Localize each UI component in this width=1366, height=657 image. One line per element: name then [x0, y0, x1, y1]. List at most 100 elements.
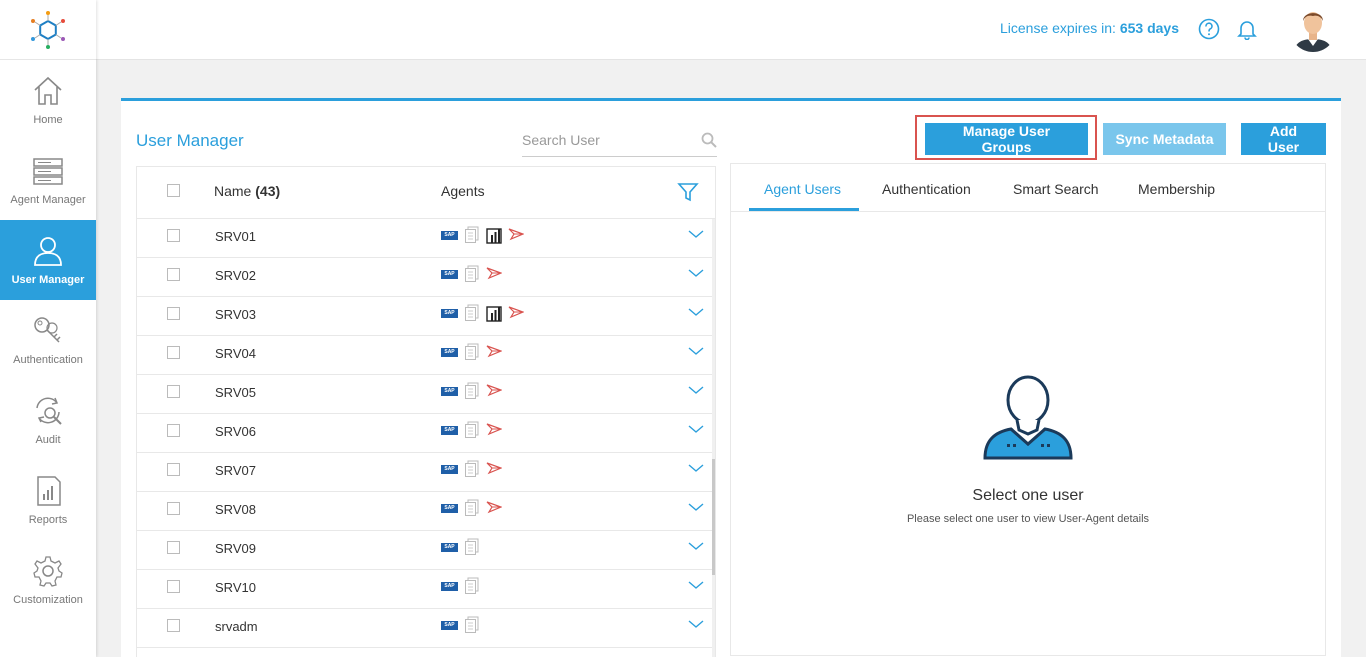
table-row[interactable]: SRV07 SAP — [137, 453, 715, 492]
user-name: SRV10 — [215, 580, 256, 595]
table-row[interactable]: SRV01 SAP — [137, 219, 715, 258]
chevron-down-icon[interactable] — [688, 461, 704, 475]
chevron-down-icon[interactable] — [688, 422, 704, 436]
table-row[interactable]: SRV10 SAP — [137, 570, 715, 609]
agent-icons: SAP — [441, 616, 480, 634]
bell-icon[interactable] — [1236, 18, 1258, 40]
document-agent-icon — [465, 304, 479, 321]
user-name: SRV03 — [215, 307, 256, 322]
user-name: SRV04 — [215, 346, 256, 361]
chevron-down-icon[interactable] — [688, 383, 704, 397]
user-placeholder-icon — [983, 375, 1073, 460]
document-agent-icon — [465, 382, 479, 399]
sidebar-item-label: Agent Manager — [10, 194, 86, 206]
agent-icons: SAP — [441, 382, 502, 400]
home-icon — [34, 76, 62, 105]
add-user-button[interactable]: Add User — [1241, 123, 1326, 155]
tab-membership[interactable]: Membership — [1138, 181, 1215, 197]
sap-agent-icon: SAP — [441, 269, 458, 279]
document-agent-icon — [465, 421, 479, 438]
row-checkbox[interactable] — [167, 463, 180, 476]
table-row[interactable]: SRV09 SAP — [137, 531, 715, 570]
chevron-down-icon[interactable] — [688, 266, 704, 280]
table-row[interactable]: SRV03 SAP — [137, 297, 715, 336]
sidebar-item-user-manager[interactable]: User Manager — [0, 220, 96, 300]
user-table: Name (43) Agents SRV01 SAP SRV02 SAP SRV03 SA… — [136, 166, 716, 657]
page-title: User Manager — [136, 131, 244, 150]
sap-agent-icon: SAP — [441, 425, 458, 435]
table-row[interactable]: SRV05 SAP — [137, 375, 715, 414]
search-icon[interactable] — [701, 132, 717, 148]
chevron-down-icon[interactable] — [688, 305, 704, 319]
sidebar-item-agent-manager[interactable]: Agent Manager — [0, 140, 96, 220]
row-checkbox[interactable] — [167, 229, 180, 242]
chevron-down-icon[interactable] — [688, 578, 704, 592]
table-row[interactable]: SRV08 SAP — [137, 492, 715, 531]
chevron-down-icon[interactable] — [688, 500, 704, 514]
server-icon — [33, 158, 63, 185]
name-column-label: Name — [214, 183, 252, 199]
sidebar-item-home[interactable]: Home — [0, 60, 96, 140]
tab-authentication[interactable]: Authentication — [882, 181, 971, 197]
sidebar-item-audit[interactable]: Audit — [0, 380, 96, 460]
row-checkbox[interactable] — [167, 541, 180, 554]
sap-agent-icon: SAP — [441, 503, 458, 513]
row-checkbox[interactable] — [167, 424, 180, 437]
agent-icons: SAP — [441, 304, 524, 322]
app-logo[interactable] — [0, 0, 96, 60]
row-checkbox[interactable] — [167, 268, 180, 281]
detail-tabs: Agent Users Authentication Smart Search … — [731, 164, 1325, 212]
sync-metadata-button[interactable]: Sync Metadata — [1103, 123, 1226, 155]
sidebar-item-authentication[interactable]: Authentication — [0, 300, 96, 380]
user-manager-card: User Manager Manage User Groups Sync Met… — [121, 98, 1341, 657]
help-icon[interactable] — [1198, 18, 1220, 40]
search-input[interactable] — [522, 125, 692, 155]
license-label: License expires in: — [999, 20, 1116, 36]
row-checkbox[interactable] — [167, 307, 180, 320]
tab-smart-search[interactable]: Smart Search — [1013, 181, 1099, 197]
filter-icon[interactable] — [677, 181, 699, 203]
table-row[interactable]: SRV04 SAP — [137, 336, 715, 375]
chevron-down-icon[interactable] — [688, 539, 704, 553]
row-checkbox[interactable] — [167, 580, 180, 593]
chevron-down-icon[interactable] — [688, 344, 704, 358]
table-row[interactable]: SRV02 SAP — [137, 258, 715, 297]
agent-icons: SAP — [441, 226, 524, 244]
sidebar: Home Agent Manager User Manager Authenti… — [0, 0, 96, 657]
report-icon — [37, 476, 61, 506]
agents-column-header: Agents — [441, 183, 485, 199]
sidebar-item-reports[interactable]: Reports — [0, 460, 96, 540]
sap-agent-icon: SAP — [441, 308, 458, 318]
row-checkbox[interactable] — [167, 502, 180, 515]
user-details-panel: Agent Users Authentication Smart Search … — [730, 163, 1326, 656]
sidebar-item-customization[interactable]: Customization — [0, 540, 96, 620]
powerbi-agent-icon — [486, 306, 502, 322]
avatar[interactable] — [1290, 6, 1336, 52]
row-checkbox[interactable] — [167, 385, 180, 398]
chevron-down-icon[interactable] — [688, 227, 704, 241]
table-row[interactable]: SRV06 SAP — [137, 414, 715, 453]
key-icon — [34, 317, 61, 343]
agent-icons: SAP — [441, 421, 502, 439]
manage-user-groups-button[interactable]: Manage User Groups — [925, 123, 1088, 155]
tab-agent-users[interactable]: Agent Users — [764, 181, 841, 197]
user-name: srvadm — [215, 619, 258, 634]
user-name: SRV01 — [215, 229, 256, 244]
table-row[interactable]: srvadm SAP — [137, 609, 715, 648]
scrollbar-thumb[interactable] — [712, 459, 715, 575]
document-agent-icon — [465, 343, 479, 360]
user-name: SRV08 — [215, 502, 256, 517]
user-count: (43) — [255, 183, 281, 199]
document-agent-icon — [465, 538, 479, 555]
sap-agent-icon: SAP — [441, 230, 458, 240]
table-scrollbar[interactable] — [712, 219, 715, 657]
arrow-agent-icon — [508, 228, 524, 241]
agent-icons: SAP — [441, 499, 502, 517]
row-checkbox[interactable] — [167, 619, 180, 632]
row-checkbox[interactable] — [167, 346, 180, 359]
agent-icons: SAP — [441, 538, 480, 556]
chevron-down-icon[interactable] — [688, 617, 704, 631]
active-tab-indicator — [749, 208, 859, 211]
select-all-checkbox[interactable] — [167, 184, 180, 197]
name-column-header[interactable]: Name (43) — [214, 183, 280, 199]
